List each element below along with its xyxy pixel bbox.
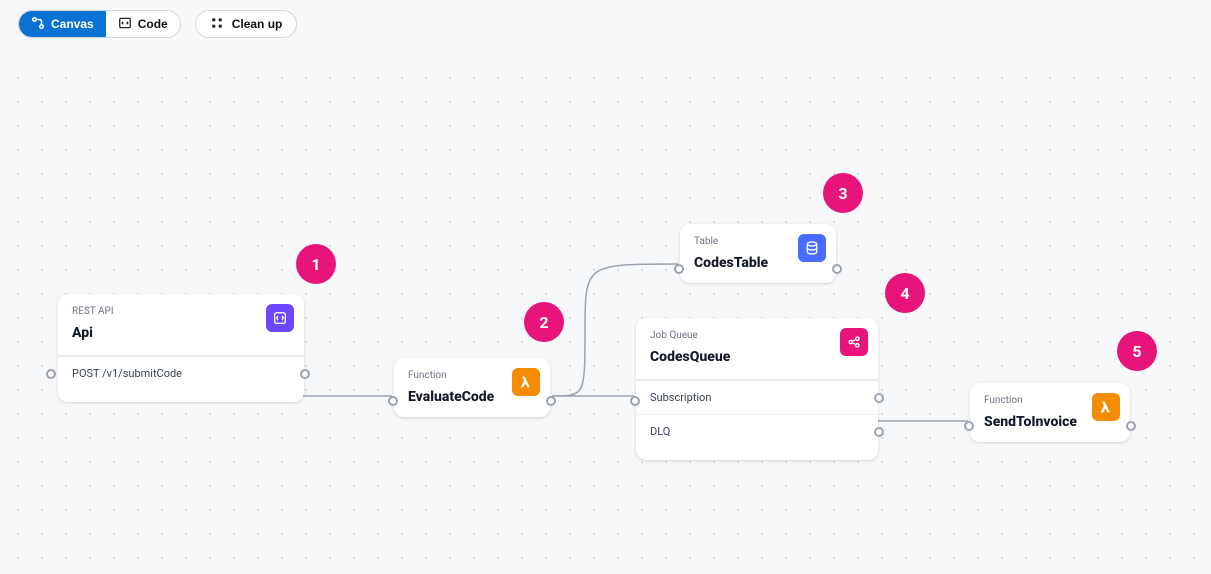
api-route-row[interactable]: POST /v1/submitCode	[58, 356, 304, 390]
node-title: Api	[72, 325, 290, 341]
output-port[interactable]	[1126, 421, 1136, 431]
output-port[interactable]	[300, 369, 310, 379]
input-port[interactable]	[388, 396, 398, 406]
badge-3: 3	[823, 173, 863, 213]
node-table[interactable]: Table CodesTable	[680, 224, 836, 283]
sns-icon	[840, 328, 868, 356]
input-port[interactable]	[630, 396, 640, 406]
output-port[interactable]	[832, 264, 842, 274]
node-api[interactable]: REST API Api POST /v1/submitCode	[58, 294, 304, 402]
api-gateway-icon	[266, 304, 294, 332]
node-invoice[interactable]: Function SendToInvoice	[970, 383, 1130, 442]
input-port[interactable]	[964, 421, 974, 431]
input-port[interactable]	[46, 369, 56, 379]
lambda-icon	[512, 368, 540, 396]
api-route-label: POST /v1/submitCode	[72, 367, 182, 380]
node-queue[interactable]: Job Queue CodesQueue Subscription DLQ	[636, 318, 878, 460]
node-title: CodesQueue	[650, 349, 864, 365]
subscription-label: Subscription	[650, 391, 711, 404]
node-type-label: Job Queue	[650, 330, 864, 341]
badge-4: 4	[885, 273, 925, 313]
dlq-label: DLQ	[650, 425, 670, 438]
output-port[interactable]	[874, 393, 884, 403]
input-port[interactable]	[674, 264, 684, 274]
queue-dlq-row[interactable]: DLQ	[636, 414, 878, 448]
queue-subscription-row[interactable]: Subscription	[636, 380, 878, 414]
badge-5: 5	[1117, 331, 1157, 371]
dynamodb-icon	[798, 234, 826, 262]
badge-2: 2	[524, 302, 564, 342]
lambda-icon	[1092, 393, 1120, 421]
badge-1: 1	[296, 244, 336, 284]
canvas-area: 1 2 3 4 5 REST API Api POST /v1/submitCo…	[0, 0, 1211, 574]
node-type-label: REST API	[72, 306, 290, 317]
output-port[interactable]	[546, 396, 556, 406]
node-evaluate[interactable]: Function EvaluateCode	[394, 358, 550, 417]
output-port[interactable]	[874, 427, 884, 437]
